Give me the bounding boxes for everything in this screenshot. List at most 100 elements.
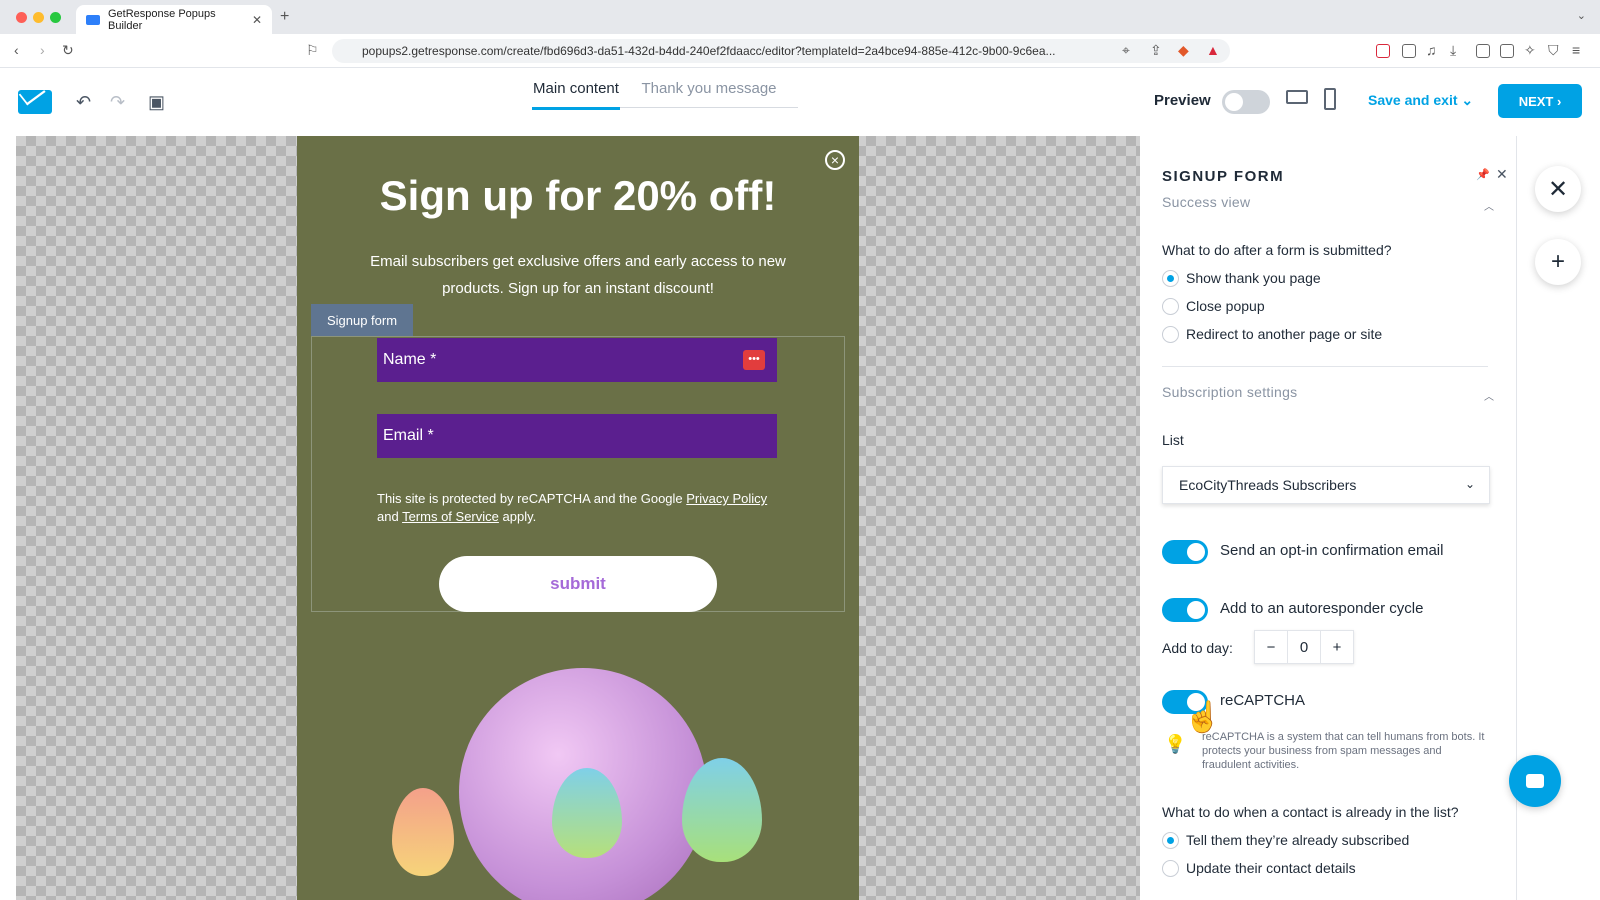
ai-icon[interactable]: ✧ <box>1524 42 1536 59</box>
menu-icon[interactable]: ≡ <box>1572 42 1580 58</box>
radio-already-subscribed[interactable] <box>1162 832 1179 849</box>
hand-cursor-icon: ☝ <box>1184 701 1222 734</box>
option-redirect[interactable]: Redirect to another page or site <box>1186 326 1382 342</box>
lightbulb-icon: 💡 <box>1164 734 1187 754</box>
minimize-window-button[interactable] <box>33 12 44 23</box>
signup-form-tag[interactable]: Signup form <box>311 304 413 336</box>
brave-shield-icon[interactable]: ◆ <box>1178 42 1189 59</box>
tab-title: GetResponse Popups Builder <box>108 7 216 32</box>
option-update-details[interactable]: Update their contact details <box>1186 860 1356 876</box>
forward-icon[interactable]: › <box>40 42 45 58</box>
preview-toggle[interactable] <box>1222 90 1270 114</box>
music-icon[interactable]: ♫ <box>1426 42 1437 58</box>
close-window-button[interactable] <box>16 12 27 23</box>
chevron-up-icon[interactable]: ︿ <box>1484 388 1494 403</box>
back-icon[interactable]: ‹ <box>14 42 19 58</box>
popup-close-icon[interactable]: × <box>825 150 845 170</box>
chevron-up-icon[interactable]: ︿ <box>1484 198 1494 213</box>
recaptcha-text: This site is protected by reCAPTCHA and … <box>377 491 687 506</box>
settings-panel: SIGNUP FORM 📌 ✕ Success view ︿ What to d… <box>1142 136 1516 900</box>
radio-close-popup[interactable] <box>1162 298 1179 315</box>
recaptcha-hint: reCAPTCHA is a system that can tell huma… <box>1202 731 1485 771</box>
close-tab-icon[interactable]: ✕ <box>252 13 262 27</box>
radio-redirect[interactable] <box>1162 326 1179 343</box>
save-and-exit-button[interactable]: Save and exit ⌄ <box>1368 92 1473 109</box>
extension-icon[interactable] <box>1376 44 1390 58</box>
undo-icon[interactable]: ↶ <box>76 92 91 113</box>
success-view-heading[interactable]: Success view <box>1162 194 1250 210</box>
desktop-icon[interactable] <box>1286 90 1308 104</box>
maximize-window-button[interactable] <box>50 12 61 23</box>
day-stepper[interactable]: − 0 + <box>1254 630 1354 664</box>
email-field[interactable]: Email * <box>377 414 777 458</box>
tab-main-content[interactable]: Main content <box>532 80 620 110</box>
autoresponder-toggle-label: Add to an autoresponder cycle <box>1220 600 1424 617</box>
location-icon[interactable]: ⌖ <box>1122 42 1130 59</box>
save-icon[interactable]: ▣ <box>148 92 165 113</box>
optin-toggle-label: Send an opt-in confirmation email <box>1220 542 1444 559</box>
day-value[interactable]: 0 <box>1287 631 1321 663</box>
preview-label: Preview <box>1154 92 1211 109</box>
mobile-icon[interactable] <box>1324 88 1336 110</box>
panel-close-icon[interactable]: ✕ <box>1496 166 1508 183</box>
share-icon[interactable]: ⇪ <box>1150 42 1162 59</box>
browser-tab[interactable]: GetResponse Popups Builder ✕ <box>76 5 272 34</box>
sidebar-icon[interactable] <box>1476 44 1490 58</box>
terms-of-service-link[interactable]: Terms of Service <box>402 509 499 524</box>
option-show-thank-you[interactable]: Show thank you page <box>1186 270 1321 286</box>
list-label: List <box>1162 432 1184 448</box>
egg-image <box>682 758 762 862</box>
bookmark-icon[interactable]: ⚐ <box>306 42 319 59</box>
option-already-subscribed[interactable]: Tell them they’re already subscribed <box>1186 832 1409 848</box>
chevron-down-icon: ⌄ <box>1464 477 1475 491</box>
url-field[interactable]: popups2.getresponse.com/create/fbd696d3-… <box>332 39 1230 63</box>
url-text: popups2.getresponse.com/create/fbd696d3-… <box>362 44 1056 58</box>
popup-subtext[interactable]: Email subscribers get exclusive offers a… <box>367 248 789 302</box>
chat-bubble-icon <box>1526 774 1544 788</box>
optin-toggle[interactable] <box>1162 540 1208 564</box>
add-element-button[interactable]: + <box>1535 239 1581 285</box>
getresponse-favicon-icon <box>86 14 100 25</box>
name-field[interactable]: Name * ••• <box>377 338 777 382</box>
egg-image <box>392 788 454 876</box>
pin-icon[interactable]: 📌 <box>1476 168 1490 181</box>
popup-headline[interactable]: Sign up for 20% off! <box>297 172 859 220</box>
next-button[interactable]: NEXT › <box>1498 84 1582 118</box>
tab-thank-you-message[interactable]: Thank you message <box>620 80 798 108</box>
radio-show-thank-you[interactable] <box>1162 270 1179 287</box>
address-bar: ‹ › ↻ ⚐ popups2.getresponse.com/create/f… <box>0 34 1600 68</box>
more-options-icon[interactable]: ••• <box>743 350 765 370</box>
popup-preview[interactable]: × Sign up for 20% off! Email subscribers… <box>297 136 859 900</box>
new-tab-icon[interactable]: + <box>280 8 289 26</box>
decrement-button[interactable]: − <box>1255 631 1287 663</box>
redo-icon[interactable]: ↷ <box>110 92 125 113</box>
divider <box>1162 366 1488 367</box>
after-submit-question: What to do after a form is submitted? <box>1162 242 1392 258</box>
close-editor-button[interactable]: ✕ <box>1535 166 1581 212</box>
submit-button[interactable]: submit <box>439 556 717 612</box>
radio-update-details[interactable] <box>1162 860 1179 877</box>
download-icon[interactable]: ⤓ <box>1450 42 1456 59</box>
puzzle-extension-icon[interactable] <box>1402 44 1416 58</box>
getresponse-logo-icon[interactable] <box>18 90 52 114</box>
browser-tab-bar: GetResponse Popups Builder ✕ + ⌄ <box>0 0 1600 34</box>
autoresponder-toggle[interactable] <box>1162 598 1208 622</box>
privacy-policy-link[interactable]: Privacy Policy <box>686 491 767 506</box>
subscription-settings-heading[interactable]: Subscription settings <box>1162 384 1297 400</box>
tab-list-chevron-icon[interactable]: ⌄ <box>1577 9 1586 22</box>
increment-button[interactable]: + <box>1321 631 1353 663</box>
recaptcha-text-and: and <box>377 509 403 524</box>
wallet-icon[interactable] <box>1500 44 1514 58</box>
brave-rewards-icon[interactable]: ▲ <box>1206 42 1220 58</box>
editor-header: ↶ ↷ ▣ Main content Thank you message Pre… <box>0 68 1600 134</box>
add-to-day-label: Add to day: <box>1162 640 1233 656</box>
chat-button[interactable] <box>1509 755 1561 807</box>
reload-icon[interactable]: ↻ <box>62 42 74 59</box>
list-select[interactable]: EcoCityThreads Subscribers ⌄ <box>1162 466 1490 504</box>
recaptcha-text-apply: apply. <box>498 509 537 524</box>
panel-title: SIGNUP FORM <box>1162 168 1285 185</box>
option-close-popup[interactable]: Close popup <box>1186 298 1265 314</box>
list-select-value: EcoCityThreads Subscribers <box>1179 477 1357 493</box>
vpn-icon[interactable]: ⛉ <box>1548 42 1559 59</box>
existing-contact-question: What to do when a contact is already in … <box>1162 804 1459 820</box>
